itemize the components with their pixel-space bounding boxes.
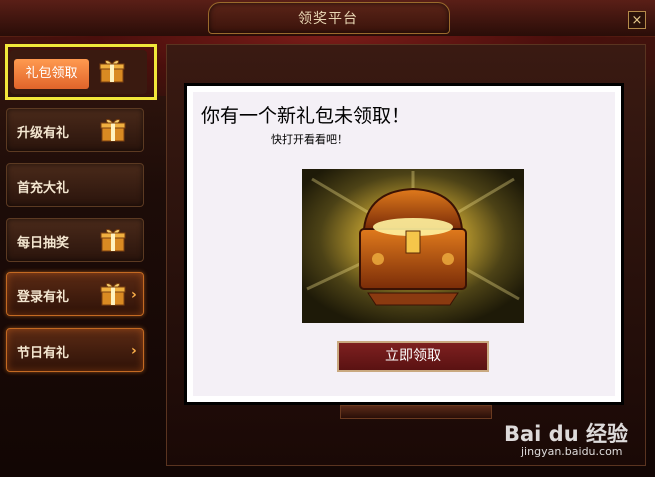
sidebar-item-first-charge[interactable]: 首充大礼: [6, 163, 144, 207]
sidebar-item-label: 节日有礼: [17, 346, 70, 361]
game-window: 领奖平台 × 礼包领取 升级有礼 首充大礼 每日抽奖 登录有礼 › 节日有礼 ›…: [0, 0, 655, 477]
sidebar-item-level-up[interactable]: 升级有礼: [6, 108, 144, 152]
gift-subline: 快打开看看吧！: [271, 133, 348, 146]
baidu-watermark-url: jingyan.baidu.com: [521, 445, 623, 458]
gift-icon: [100, 283, 126, 306]
gift-icon: [100, 229, 126, 252]
gift-panel: 你有一个新礼包未领取！ 快打开看看吧！ 立即领取: [184, 83, 624, 405]
claim-now-button[interactable]: 立即领取: [337, 341, 489, 372]
close-button[interactable]: ×: [628, 11, 646, 29]
sidebar-item-label: 升级有礼: [17, 126, 70, 141]
sidebar-item-label: 首充大礼: [17, 181, 70, 196]
baidu-watermark-logo: Bai du 经验: [504, 422, 628, 446]
gift-icon: [100, 119, 126, 142]
sidebar-item-login-reward[interactable]: 登录有礼 ›: [6, 272, 144, 316]
chevron-right-icon: ›: [131, 287, 137, 303]
sidebar-item-label: 登录有礼: [17, 290, 70, 305]
sidebar-item-label: 每日抽奖: [17, 236, 70, 251]
gift-headline: 你有一个新礼包未领取！: [201, 105, 411, 127]
selected-highlight: [5, 44, 157, 100]
sidebar-item-daily-lottery[interactable]: 每日抽奖: [6, 218, 144, 262]
sidebar-item-holiday-reward[interactable]: 节日有礼 ›: [6, 328, 144, 372]
chevron-right-icon: ›: [131, 343, 137, 359]
window-title: 领奖平台: [298, 11, 358, 27]
gift-panel-inner: 你有一个新礼包未领取！ 快打开看看吧！ 立即领取: [193, 92, 615, 396]
treasure-chest-image: [302, 169, 524, 323]
bottom-decoration: [340, 405, 492, 419]
